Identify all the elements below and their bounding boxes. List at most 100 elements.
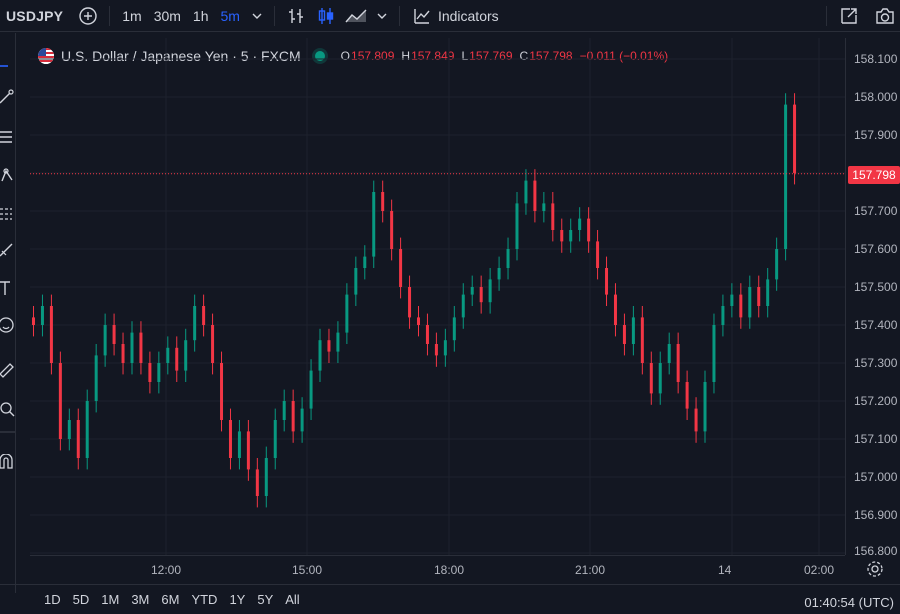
candle bbox=[443, 340, 447, 356]
candle bbox=[40, 306, 44, 325]
candle bbox=[622, 325, 626, 344]
range-1y[interactable]: 1Y bbox=[223, 592, 251, 607]
text-tool-icon[interactable] bbox=[0, 277, 16, 299]
chart-settings-gear-icon[interactable] bbox=[866, 560, 884, 578]
range-5d[interactable]: 5D bbox=[67, 592, 96, 607]
candle bbox=[211, 325, 215, 363]
interval-5m[interactable]: 5m bbox=[215, 0, 246, 32]
fib-retracement-icon[interactable] bbox=[0, 126, 16, 148]
brush-icon[interactable] bbox=[0, 239, 16, 261]
candle bbox=[327, 340, 331, 352]
interval-30m[interactable]: 30m bbox=[148, 0, 187, 32]
chevron-down-icon[interactable] bbox=[246, 0, 268, 32]
indicators-icon bbox=[414, 8, 430, 24]
candle bbox=[676, 344, 680, 382]
range-3m[interactable]: 3M bbox=[125, 592, 155, 607]
candle bbox=[425, 325, 429, 344]
candles-chart-style-icon[interactable] bbox=[311, 0, 341, 32]
candle bbox=[58, 363, 62, 439]
smiley-icon[interactable] bbox=[0, 314, 16, 336]
candle bbox=[793, 104, 797, 173]
candle bbox=[434, 344, 438, 356]
zoom-icon[interactable] bbox=[0, 399, 16, 421]
candle bbox=[569, 230, 573, 242]
utc-clock[interactable]: 01:40:54 (UTC) bbox=[804, 595, 894, 610]
candle bbox=[748, 287, 752, 318]
candle bbox=[175, 347, 179, 371]
candle bbox=[524, 180, 528, 204]
camera-icon[interactable] bbox=[870, 0, 900, 32]
candle bbox=[157, 363, 161, 382]
candle bbox=[336, 332, 340, 352]
indicators-button[interactable]: Indicators bbox=[406, 0, 505, 32]
candle bbox=[649, 363, 653, 394]
price-label: 157.500 bbox=[854, 280, 898, 294]
candle bbox=[32, 317, 35, 325]
price-axis[interactable]: 158.100 158.000 157.900 157.700 157.600 … bbox=[845, 38, 900, 558]
candle bbox=[542, 203, 546, 211]
candle bbox=[372, 192, 376, 257]
range-5y[interactable]: 5Y bbox=[251, 592, 279, 607]
compare-add-icon[interactable] bbox=[73, 0, 103, 32]
candle bbox=[264, 458, 268, 496]
trend-line-icon[interactable] bbox=[0, 86, 16, 108]
price-label: 157.300 bbox=[854, 356, 898, 370]
drawing-toolbar bbox=[0, 33, 16, 593]
range-all[interactable]: All bbox=[279, 592, 305, 607]
price-chart[interactable] bbox=[30, 38, 845, 555]
candle bbox=[667, 344, 671, 363]
interval-1h[interactable]: 1h bbox=[187, 0, 215, 32]
candle bbox=[390, 211, 394, 249]
chevron-down-icon[interactable] bbox=[371, 0, 393, 32]
bar-chart-style-icon[interactable] bbox=[281, 0, 311, 32]
candle bbox=[300, 408, 304, 432]
ruler-icon[interactable] bbox=[0, 359, 16, 381]
time-label: 02:00 bbox=[804, 563, 835, 577]
candle bbox=[228, 420, 232, 458]
candle bbox=[237, 431, 241, 458]
range-ytd[interactable]: YTD bbox=[185, 592, 223, 607]
candle bbox=[587, 218, 591, 242]
price-label: 157.400 bbox=[854, 318, 898, 332]
candle bbox=[497, 268, 501, 280]
candle bbox=[533, 180, 537, 211]
candle bbox=[49, 306, 53, 363]
magnet-icon[interactable] bbox=[0, 451, 16, 473]
symbol-search[interactable]: USDJPY bbox=[0, 0, 73, 32]
price-label: 157.200 bbox=[854, 394, 898, 408]
price-label: 157.600 bbox=[854, 242, 898, 256]
range-6m[interactable]: 6M bbox=[155, 592, 185, 607]
candle bbox=[184, 340, 188, 371]
interval-1m[interactable]: 1m bbox=[116, 0, 147, 32]
patterns-icon[interactable] bbox=[0, 164, 16, 186]
candle bbox=[631, 317, 635, 344]
candle bbox=[112, 325, 116, 344]
crosshair-icon[interactable] bbox=[0, 51, 16, 73]
prediction-icon[interactable] bbox=[0, 203, 16, 225]
candle bbox=[363, 256, 367, 268]
time-axis[interactable]: 12:00 15:00 18:00 21:00 14 02:00 bbox=[30, 555, 845, 583]
candle bbox=[784, 104, 788, 249]
price-label: 157.100 bbox=[854, 432, 898, 446]
candle bbox=[775, 249, 779, 280]
candle bbox=[121, 344, 125, 363]
candle bbox=[605, 268, 609, 295]
toolbar-divider bbox=[826, 5, 827, 26]
range-1m[interactable]: 1M bbox=[95, 592, 125, 607]
price-label: 158.000 bbox=[854, 90, 898, 104]
area-chart-style-icon[interactable] bbox=[341, 0, 371, 32]
candle bbox=[658, 363, 662, 394]
candle bbox=[408, 287, 412, 318]
time-label: 21:00 bbox=[575, 563, 606, 577]
candle bbox=[139, 332, 143, 363]
range-1d[interactable]: 1D bbox=[38, 592, 67, 607]
candle bbox=[452, 317, 456, 341]
candle bbox=[76, 420, 80, 458]
candle bbox=[148, 363, 152, 382]
time-label: 14 bbox=[718, 563, 732, 577]
share-icon[interactable] bbox=[834, 0, 864, 32]
candle bbox=[596, 241, 600, 268]
candle bbox=[318, 340, 322, 371]
candle bbox=[399, 249, 403, 287]
candle bbox=[255, 469, 259, 496]
